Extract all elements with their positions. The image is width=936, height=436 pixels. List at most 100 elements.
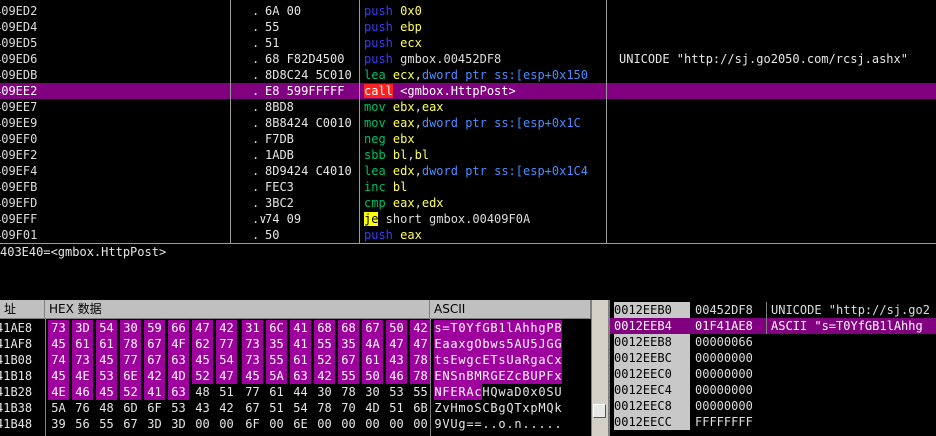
disasm-row[interactable]: 409F01. 50 push eax bbox=[0, 227, 936, 243]
stack-row[interactable]: 0012EEB4 01F41AE8 ASCII "s=T0YfGB1lAhhg bbox=[610, 318, 936, 334]
dump-column-separator bbox=[45, 319, 46, 436]
disasm-instruction: push ecx bbox=[364, 35, 604, 51]
dump-ascii-char: c bbox=[474, 384, 482, 400]
dump-ascii-char: B bbox=[554, 320, 562, 336]
disasm-marker: . bbox=[252, 196, 260, 210]
dump-ascii-char: J bbox=[538, 336, 546, 352]
dump-header-hex[interactable]: HEX 数据 bbox=[45, 300, 430, 319]
disasm-hex: 1ADB bbox=[265, 148, 294, 162]
dump-byte: 46 bbox=[72, 384, 93, 400]
dump-ascii-char: a bbox=[442, 336, 450, 352]
dump-ascii-char: E bbox=[434, 368, 442, 384]
disasm-row[interactable]: 409EF4. 8D9424 C4010 lea edx,dword ptr ss:… bbox=[0, 163, 936, 179]
disasm-row[interactable]: 409EF0. F7DB neg ebx bbox=[0, 131, 936, 147]
dump-ascii-char: g bbox=[498, 401, 506, 415]
disasm-mnemonic: cmp bbox=[364, 196, 386, 210]
disasm-mnemonic: mov bbox=[364, 116, 386, 130]
dump-byte: 67 bbox=[123, 417, 138, 431]
dump-scrollbar[interactable] bbox=[591, 300, 608, 436]
dump-byte: 45 bbox=[242, 368, 263, 384]
dump-byte: 45 bbox=[48, 336, 69, 352]
dump-ascii-char: A bbox=[514, 320, 522, 336]
stack-row[interactable]: 0012EEC8 00000000 bbox=[610, 398, 936, 414]
dump-ascii-char: S bbox=[474, 401, 482, 415]
dump-byte: 55 bbox=[314, 336, 335, 352]
dump-ascii-char: U bbox=[554, 385, 562, 399]
dump-ascii-char: G bbox=[482, 320, 490, 336]
disasm-operand: gmbox.00452DF8 bbox=[392, 52, 502, 66]
dump-byte: 4A bbox=[362, 336, 383, 352]
disasm-row[interactable]: 409EE9. 8B8424 C0010 mov eax,dword ptr ss:… bbox=[0, 115, 936, 131]
dump-ascii-char: g bbox=[466, 352, 474, 368]
dump-ascii-char: w bbox=[490, 336, 498, 352]
pane-gap bbox=[0, 261, 936, 300]
disasm-operand: dword ptr ss:[esp+0x1C bbox=[421, 116, 581, 130]
stack-row[interactable]: 0012EEC4 00000000 bbox=[610, 382, 936, 398]
dump-byte: 63 bbox=[168, 384, 189, 400]
disasm-row[interactable]: 409EFD. 3BC2 cmp eax,edx bbox=[0, 195, 936, 211]
disasm-row[interactable]: 409EFB. FEC3 inc bl bbox=[0, 179, 936, 195]
disasm-comment: UNICODE "http://sj.go2050.com/rcsj.ashx" bbox=[619, 52, 908, 66]
dump-header-ascii[interactable]: ASCII bbox=[430, 300, 591, 319]
disasm-mnemonic: push bbox=[364, 20, 393, 34]
dump-byte: 55 bbox=[99, 417, 114, 431]
stack-pane[interactable]: 0012EEB0 00452DF8 UNICODE "http://sj.go2 00… bbox=[610, 300, 936, 436]
disasm-operand: ecx bbox=[392, 68, 415, 82]
disasm-row[interactable]: 409EFF .∨74 09 je short gmbox.00409F0A bbox=[0, 211, 936, 227]
disasm-operand: eax bbox=[392, 196, 415, 210]
disasm-row[interactable]: 409ED2. 6A 00 push 0x0 bbox=[0, 3, 936, 19]
hex-dump-pane[interactable]: 址 HEX 数据 ASCII 41AE8733D543059664742316C… bbox=[0, 300, 608, 436]
dump-ascii-char: Q bbox=[506, 401, 514, 415]
disasm-row[interactable]: 409EF2. 1ADB sbb bl,bl bbox=[0, 147, 936, 163]
disasm-address: 409EE9 bbox=[0, 116, 38, 130]
dump-ascii-char: Y bbox=[466, 320, 474, 336]
disasm-hex: 68 F82D4500 bbox=[265, 52, 345, 66]
dump-byte: 53 bbox=[171, 401, 186, 415]
stack-value: 00000000 bbox=[695, 351, 753, 365]
dump-byte: 42 bbox=[144, 368, 165, 384]
dump-header-address[interactable]: 址 bbox=[0, 300, 45, 319]
dump-byte: 00 bbox=[389, 417, 404, 431]
dump-ascii-char: v bbox=[442, 401, 450, 415]
disasm-row[interactable]: 409ED5. 51 push ecx bbox=[0, 35, 936, 51]
dump-byte: 52 bbox=[120, 384, 141, 400]
disasm-instruction: push ebp bbox=[364, 19, 604, 35]
stack-row[interactable]: 0012EEC0 00000000 bbox=[610, 366, 936, 382]
disasm-instruction: push gmbox.00452DF8 bbox=[364, 51, 604, 67]
dump-ascii-char: O bbox=[474, 336, 482, 352]
dump-byte: 00 bbox=[269, 417, 284, 431]
dump-ascii: ZvHmoSCBgQTxpMQk bbox=[434, 400, 562, 416]
dump-ascii-char: 5 bbox=[506, 336, 514, 352]
disasm-operand: dword ptr ss:[esp+0x1C4 bbox=[421, 164, 589, 178]
disasm-operand: short gmbox.00409F0A bbox=[378, 212, 531, 226]
dump-byte: 61 bbox=[362, 352, 383, 368]
disasm-address: 409EFB bbox=[0, 180, 38, 194]
disasm-row[interactable]: 409ED4. 55 push ebp bbox=[0, 19, 936, 35]
stack-row[interactable]: 0012EEB8 00000066 bbox=[610, 334, 936, 350]
disasm-instruction: push eax bbox=[364, 227, 604, 243]
dump-byte: 4D bbox=[365, 401, 380, 415]
dump-address: 41B38 bbox=[0, 401, 33, 415]
disasm-row[interactable]: 409EDB. 8D8C24 5C010 lea ecx,dword ptr ss:… bbox=[0, 67, 936, 83]
scrollbar-thumb[interactable] bbox=[593, 404, 606, 418]
dump-ascii-char: s bbox=[434, 320, 442, 336]
dump-byte: 4E bbox=[72, 368, 93, 384]
dump-byte: 6F bbox=[147, 401, 162, 415]
disassembly-pane[interactable]: 409ED2.6A 00push 0x0409ED4.55push ebp409… bbox=[0, 0, 936, 243]
dump-byte: 63 bbox=[168, 352, 189, 368]
stack-row[interactable]: 0012EECC FFFFFFFF bbox=[610, 414, 936, 430]
dump-address: 41B48 bbox=[0, 417, 33, 431]
disasm-row[interactable]: 409EE7. 8BD8 mov ebx,eax bbox=[0, 99, 936, 115]
dump-address: 41AE8 bbox=[0, 321, 33, 335]
dump-ascii: NFERAcHQwaD0x0SU bbox=[434, 384, 562, 400]
disasm-row[interactable]: 409ED6. 68 F82D4500 push gmbox.00452DF8 UNI… bbox=[0, 51, 936, 67]
disasm-row[interactable]: 409EE2. E8 599FFFFF call <gmbox.HttpPost> bbox=[0, 83, 936, 99]
dump-ascii-char: T bbox=[490, 352, 498, 368]
disasm-marker: . bbox=[252, 180, 260, 194]
dump-byte: 47 bbox=[386, 336, 407, 352]
stack-row[interactable]: 0012EEB0 00452DF8 UNICODE "http://sj.go2 bbox=[610, 302, 936, 318]
dump-ascii-char: a bbox=[450, 336, 458, 352]
dump-ascii-char: E bbox=[482, 352, 490, 368]
dump-ascii-char: E bbox=[434, 336, 442, 352]
stack-row[interactable]: 0012EEBC 00000000 bbox=[610, 350, 936, 366]
